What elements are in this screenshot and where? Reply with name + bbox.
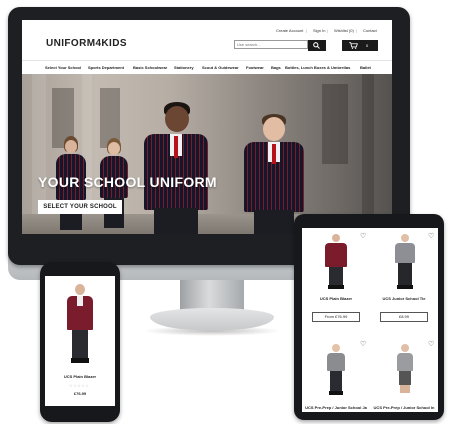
nav-item-scout-guidewear[interactable]: Scout & Guidewear xyxy=(202,65,239,70)
select-school-button[interactable]: SELECT YOUR SCHOOL xyxy=(38,200,122,214)
create-account-link[interactable]: Create Account xyxy=(276,28,303,33)
utility-bar: Create Account | Sign In | Wishlist (0) … xyxy=(22,26,392,36)
nav-item-footwear[interactable]: Footwear xyxy=(246,65,264,70)
nav-item-sports[interactable]: Sports Department xyxy=(88,65,124,70)
utility-separator: | xyxy=(306,28,308,33)
product-name[interactable]: UCS Junior School Tie xyxy=(372,296,436,301)
building-window xyxy=(322,84,348,164)
desktop-screen: Create Account | Sign In | Wishlist (0) … xyxy=(22,20,392,234)
site-logo[interactable]: UNIFORM4KIDS xyxy=(46,38,127,49)
utility-separator: | xyxy=(327,28,329,33)
product-name[interactable]: UCS Plain Blazer xyxy=(304,296,368,301)
contact-link[interactable]: Contact xyxy=(363,28,377,33)
monitor-stand-base xyxy=(150,308,274,330)
nav-item-stationery[interactable]: Stationery xyxy=(174,65,194,70)
hero-title: YOUR SCHOOL UNIFORM xyxy=(38,174,217,190)
tablet-screen: ♡ UCS Plain Blazer From £76.99 ♡ UCS Jun… xyxy=(302,228,438,412)
nav-item-bottles[interactable]: Bottles, Lunch Boxes & Umbrellas xyxy=(285,65,350,70)
monitor-stand-neck xyxy=(180,280,244,310)
building-column xyxy=(362,74,374,234)
product-name[interactable]: UCS Pre-Prep / Junior School In xyxy=(372,405,436,410)
phone-screen: UCS Plain Blazer ☆☆☆☆☆ £76.99 xyxy=(45,276,115,406)
student-figure xyxy=(134,102,218,234)
search-icon xyxy=(313,42,320,49)
main-navigation: Select Your School Sports Department Bas… xyxy=(22,60,392,73)
search-button[interactable] xyxy=(308,40,326,51)
cart-icon xyxy=(349,42,358,49)
cart-button[interactable]: 0 xyxy=(342,40,378,51)
wishlist-link[interactable]: Wishlist (0) xyxy=(334,28,354,33)
product-name[interactable]: UCS Pre-Prep / Junior School Ja xyxy=(304,405,368,410)
product-image-jumper[interactable] xyxy=(394,234,416,290)
heart-icon[interactable]: ♡ xyxy=(428,233,434,240)
sign-in-link[interactable]: Sign In xyxy=(313,28,325,33)
hero-banner: YOUR SCHOOL UNIFORM SELECT YOUR SCHOOL xyxy=(22,74,392,234)
product-image-blazer[interactable] xyxy=(66,284,94,364)
product-image-jumper-small[interactable] xyxy=(326,344,346,396)
product-price-button[interactable]: From £76.99 xyxy=(312,312,360,322)
product-price: £76.99 xyxy=(73,391,87,396)
heart-icon[interactable]: ♡ xyxy=(360,341,366,348)
heart-icon[interactable]: ♡ xyxy=(428,341,434,348)
product-price-button[interactable]: £8.99 xyxy=(380,312,428,322)
nav-item-basic-schoolwear[interactable]: Basic Schoolwear xyxy=(133,65,167,70)
product-image-vest[interactable] xyxy=(396,344,414,396)
nav-item-ballet[interactable]: Ballet xyxy=(360,65,371,70)
search-input[interactable] xyxy=(234,40,308,49)
rating-stars: ☆☆☆☆☆ xyxy=(69,383,90,388)
heart-icon[interactable]: ♡ xyxy=(360,233,366,240)
nav-item-select-school[interactable]: Select Your School xyxy=(45,65,81,70)
product-name[interactable]: UCS Plain Blazer xyxy=(48,374,112,379)
product-image-blazer[interactable] xyxy=(324,234,348,290)
utility-separator: | xyxy=(356,28,358,33)
nav-item-bags[interactable]: Bags xyxy=(271,65,281,70)
cart-count: 0 xyxy=(366,43,369,48)
